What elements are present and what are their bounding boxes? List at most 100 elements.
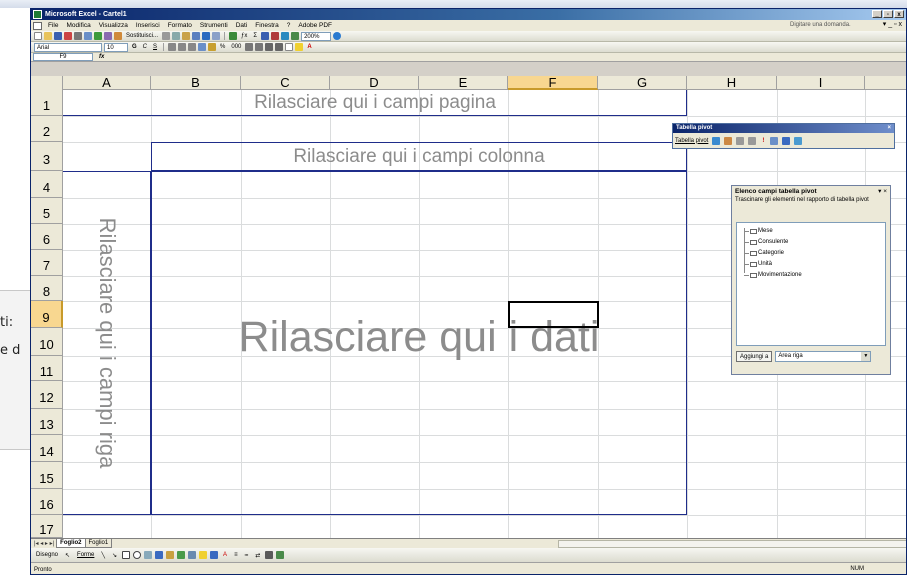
row-header-5[interactable]: 5: [31, 198, 63, 224]
row-header-6[interactable]: 6: [31, 224, 63, 250]
select-all-corner[interactable]: [31, 76, 63, 90]
autosum-icon[interactable]: Σ: [251, 33, 259, 39]
italic-button[interactable]: C: [141, 44, 149, 50]
open-icon[interactable]: [44, 32, 52, 40]
field-item-unita[interactable]: Unità: [737, 259, 885, 270]
field-item-categorie[interactable]: Categorie: [737, 248, 885, 259]
add-to-button[interactable]: Aggiungi a: [736, 351, 773, 362]
redo-icon[interactable]: [212, 32, 221, 40]
restore-button[interactable]: ▫: [883, 10, 893, 18]
diagram-icon[interactable]: [166, 551, 175, 559]
spelling-icon[interactable]: [94, 32, 102, 40]
row-header-2[interactable]: 2: [31, 116, 63, 142]
field-item-consulente[interactable]: Consulente: [737, 237, 885, 248]
menu-dati[interactable]: Dati: [232, 22, 252, 29]
dash-style-icon[interactable]: ┅: [243, 552, 251, 559]
menu-modifica[interactable]: Modifica: [62, 22, 94, 29]
row-header-1[interactable]: 1: [31, 90, 63, 116]
bold-button[interactable]: G: [130, 44, 139, 50]
hyperlink-icon[interactable]: [229, 32, 238, 40]
percent-button[interactable]: %: [218, 44, 227, 50]
area-select[interactable]: Area riga ▼: [775, 351, 872, 362]
row-header-11[interactable]: 11: [31, 356, 63, 381]
picture-icon[interactable]: [188, 551, 197, 559]
field-list-close-icon[interactable]: ▾ ×: [878, 186, 887, 197]
undo-icon[interactable]: [202, 32, 211, 40]
thousands-button[interactable]: 000: [229, 44, 243, 50]
shadow-icon[interactable]: [265, 551, 274, 559]
fill-color-icon[interactable]: [199, 551, 208, 559]
format-report-icon[interactable]: [712, 136, 721, 145]
wordart-icon[interactable]: [155, 551, 164, 559]
fill-color-icon[interactable]: [295, 43, 304, 51]
zoom-select[interactable]: 200%: [301, 31, 332, 41]
row-header-16[interactable]: 16: [31, 489, 63, 515]
row-header-9[interactable]: 9: [31, 301, 63, 328]
field-list-title-bar[interactable]: Elenco campi tabella pivot ▾ ×: [732, 186, 890, 197]
line-icon[interactable]: ╲: [99, 552, 107, 559]
row-header-8[interactable]: 8: [31, 276, 63, 301]
copy-icon[interactable]: [172, 32, 181, 40]
show-detail-icon[interactable]: [748, 136, 757, 145]
document-icon[interactable]: [33, 21, 42, 30]
arrow-style-icon[interactable]: ⇄: [253, 552, 262, 559]
minimize-button[interactable]: _: [872, 10, 882, 18]
row-header-4[interactable]: 4: [31, 171, 63, 198]
replace-button[interactable]: Sostituisci...: [124, 33, 160, 39]
column-header-a[interactable]: A: [63, 76, 151, 90]
row-header-12[interactable]: 12: [31, 381, 63, 409]
include-hidden-items-icon[interactable]: [770, 136, 779, 145]
align-center-icon[interactable]: [178, 43, 187, 51]
select-objects-icon[interactable]: ↖: [63, 552, 72, 559]
borders-icon[interactable]: [285, 43, 294, 51]
decrease-indent-icon[interactable]: [265, 43, 274, 51]
row-header-15[interactable]: 15: [31, 462, 63, 489]
draw-menu-button[interactable]: Disegno: [34, 552, 60, 558]
underline-button[interactable]: S: [151, 44, 159, 50]
horizontal-scrollbar[interactable]: [558, 540, 906, 548]
sort-descending-icon[interactable]: [271, 32, 280, 40]
rectangle-icon[interactable]: [122, 551, 131, 559]
field-item-movimentazione[interactable]: Movimentazione: [737, 270, 885, 281]
clipart-icon[interactable]: [177, 551, 186, 559]
column-header-i[interactable]: I: [777, 76, 865, 90]
autoshapes-menu-button[interactable]: Forme: [75, 552, 96, 558]
align-left-icon[interactable]: [168, 43, 177, 51]
menu-inserisci[interactable]: Inserisci: [132, 22, 164, 29]
column-header-f[interactable]: F: [508, 76, 598, 90]
row-header-14[interactable]: 14: [31, 435, 63, 462]
format-painter-icon[interactable]: [192, 32, 201, 40]
font-color-icon[interactable]: A: [305, 44, 313, 50]
drawing-icon[interactable]: [291, 32, 300, 40]
chart-wizard-icon[interactable]: [281, 32, 290, 40]
currency-icon[interactable]: [208, 43, 217, 51]
menu-formato[interactable]: Formato: [164, 22, 196, 29]
textbox-icon[interactable]: [144, 551, 153, 559]
sort-ascending-icon[interactable]: [261, 32, 270, 40]
arrow-icon[interactable]: ↘: [110, 552, 119, 559]
oval-icon[interactable]: [133, 551, 142, 559]
chevron-down-icon[interactable]: ▼: [861, 352, 871, 361]
chart-wizard-icon[interactable]: [724, 136, 733, 145]
tab-navigation-arrows[interactable]: |◂ ◂ ▸ ▸|: [31, 540, 57, 547]
decrease-decimal-icon[interactable]: [255, 43, 264, 51]
show-field-list-icon[interactable]: [794, 136, 803, 145]
align-right-icon[interactable]: [188, 43, 197, 51]
merge-center-icon[interactable]: [198, 43, 207, 51]
name-box[interactable]: F9: [33, 53, 93, 61]
row-header-7[interactable]: 7: [31, 250, 63, 276]
line-color-icon[interactable]: [210, 551, 219, 559]
permission-icon[interactable]: [64, 32, 72, 40]
field-item-mese[interactable]: Mese: [737, 226, 885, 237]
row-header-17[interactable]: 17: [31, 515, 63, 538]
help-search-input[interactable]: Digitare una domanda.: [790, 21, 862, 30]
font-color-icon[interactable]: A: [221, 552, 229, 558]
pivot-table-menu-button[interactable]: Tabella pivot: [675, 138, 708, 144]
row-header-13[interactable]: 13: [31, 409, 63, 435]
paste-icon[interactable]: [182, 32, 191, 40]
field-settings-icon[interactable]: [782, 136, 791, 145]
menu-strumenti[interactable]: Strumenti: [196, 22, 232, 29]
sheet-tab-foglio2[interactable]: Foglio2: [56, 539, 86, 548]
print-preview-icon[interactable]: [84, 32, 92, 40]
document-window-controls[interactable]: ▾ _ ▫ x: [883, 20, 902, 28]
